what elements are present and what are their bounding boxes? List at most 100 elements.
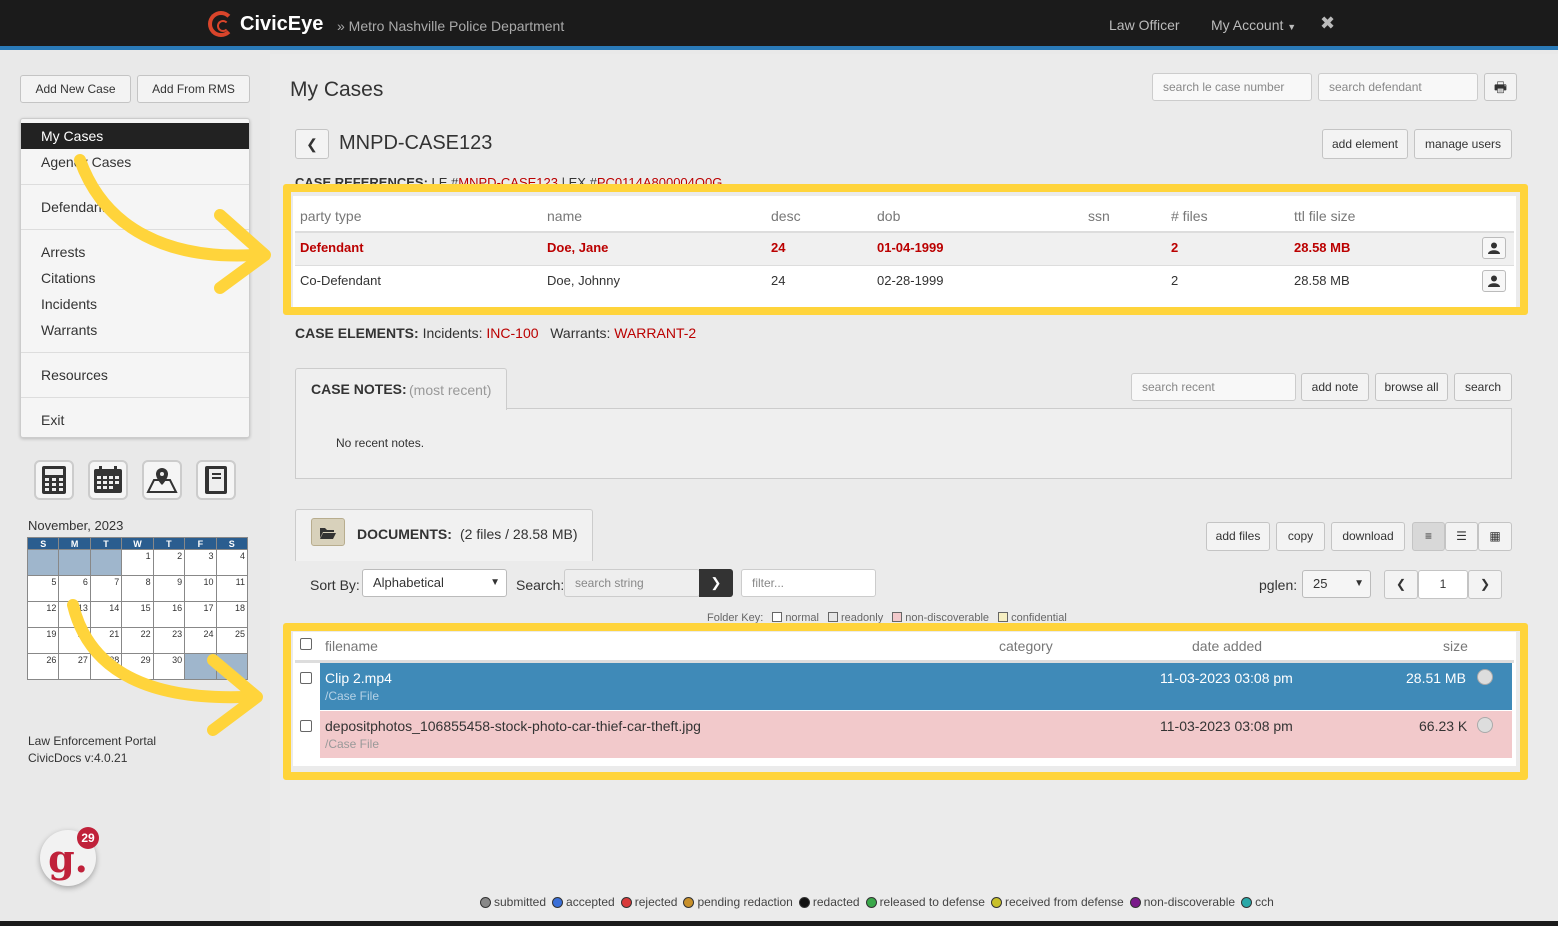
highlight-box: [283, 184, 1528, 315]
list-view-icon[interactable]: ≡: [1412, 522, 1445, 551]
legend-item: received from defense: [990, 895, 1124, 909]
download-button[interactable]: download: [1331, 522, 1405, 551]
prev-page-button[interactable]: ❮: [1384, 570, 1418, 599]
calendar-day[interactable]: 4: [215, 549, 249, 576]
calendar-title: November, 2023: [28, 518, 124, 533]
case-notes-subtitle: (most recent): [409, 382, 492, 398]
legend-item: released to defense: [865, 895, 985, 909]
case-notes-label: CASE NOTES:: [311, 381, 407, 397]
swatch-confidential: [998, 612, 1009, 622]
highlight-box: [283, 623, 1528, 780]
copy-button[interactable]: copy: [1276, 522, 1325, 551]
menu-item-my-cases[interactable]: My Cases: [21, 123, 249, 149]
chevron-right-icon[interactable]: ❯: [699, 569, 733, 597]
menu-item-warrants[interactable]: Warrants: [21, 317, 249, 343]
swatch-normal: [772, 612, 783, 622]
add-element-button[interactable]: add element: [1322, 129, 1408, 159]
legend-dot-icon: [480, 896, 491, 908]
legend-dot-icon: [990, 896, 1002, 908]
incident-link[interactable]: INC-100: [486, 325, 538, 341]
add-files-button[interactable]: add files: [1206, 522, 1270, 551]
sort-by-label: Sort By:: [310, 577, 360, 593]
annotation-arrow-icon: [67, 599, 263, 736]
legend-dot-icon: [620, 896, 632, 908]
grid-view-icon[interactable]: ▦: [1478, 522, 1512, 551]
browse-all-button[interactable]: browse all: [1375, 373, 1448, 401]
caret-down-icon: ▼: [1287, 22, 1297, 32]
add-new-case-button[interactable]: Add New Case: [20, 75, 131, 103]
chevron-left-icon: ❮: [1395, 577, 1407, 591]
search-label: Search:: [516, 577, 565, 593]
calendar-day[interactable]: 2: [152, 549, 186, 576]
calendar-icon[interactable]: [88, 460, 128, 500]
search-notes-button[interactable]: search: [1454, 373, 1512, 401]
top-navbar: CivicEye » Metro Nashville Police Depart…: [0, 0, 1558, 50]
legend-label: received from defense: [1004, 895, 1124, 909]
chevron-right-icon: ❯: [1479, 577, 1491, 591]
page-length-select[interactable]: 25 ▼: [1302, 570, 1371, 598]
legend-item: non-discoverable: [1129, 895, 1236, 909]
page-number-input[interactable]: 1: [1418, 570, 1468, 599]
calendar-day[interactable]: 1: [121, 549, 154, 576]
add-from-rms-button[interactable]: Add From RMS: [137, 75, 250, 103]
legend-label: released to defense: [879, 895, 985, 909]
annotation-arrow-icon: [74, 154, 271, 294]
search-string-input[interactable]: search string: [564, 569, 700, 597]
calendar-day-header: T: [89, 537, 123, 550]
detail-view-icon[interactable]: ☰: [1445, 522, 1478, 551]
case-notes-panel: [295, 408, 1512, 479]
calendar-day-header: S: [26, 537, 60, 550]
sort-value: Alphabetical: [373, 575, 444, 590]
swatch-readonly: [828, 612, 838, 622]
warrant-link[interactable]: WARRANT-2: [614, 325, 696, 341]
next-page-button[interactable]: ❯: [1468, 570, 1502, 599]
menu-divider: [21, 397, 249, 398]
swatch-non-discoverable: [892, 612, 903, 622]
menu-item-resources[interactable]: Resources: [21, 362, 249, 388]
calendar-week: 1234: [26, 549, 249, 576]
brand-name: CivicEye: [240, 12, 324, 35]
legend-item: submitted: [480, 895, 546, 909]
menu-item-exit[interactable]: Exit: [21, 407, 249, 433]
legend-dot-icon: [552, 896, 564, 908]
notification-count-badge: 29: [77, 827, 99, 849]
civiceye-logo[interactable]: CivicEye: [208, 11, 323, 37]
close-icon[interactable]: ✖: [1320, 13, 1335, 34]
book-icon[interactable]: [196, 460, 236, 500]
chevron-down-icon: ▼: [1354, 578, 1364, 589]
search-case-number-input[interactable]: search le case number: [1152, 73, 1312, 101]
status-legend: submitted accepted rejected pending redacti…: [480, 895, 1280, 911]
folder-open-icon[interactable]: [311, 518, 345, 546]
chevron-left-icon: ❮: [306, 136, 318, 152]
page-title: My Cases: [290, 78, 384, 101]
manage-users-button[interactable]: manage users: [1414, 129, 1512, 159]
calendar-day-header: F: [184, 537, 217, 550]
calendar-day[interactable]: 3: [184, 549, 217, 576]
sort-select[interactable]: Alphabetical ▼: [362, 569, 507, 597]
legend-item: redacted: [798, 895, 860, 909]
search-defendant-input[interactable]: search defendant: [1318, 73, 1478, 101]
calendar-day[interactable]: [26, 549, 60, 576]
my-account-label: My Account: [1211, 17, 1284, 33]
legend-label: rejected: [634, 895, 678, 909]
nav-my-account[interactable]: My Account ▼: [1211, 17, 1296, 33]
nav-law-officer[interactable]: Law Officer: [1109, 17, 1180, 33]
search-notes-input[interactable]: search recent: [1131, 373, 1296, 401]
calculator-icon[interactable]: [34, 460, 74, 500]
legend-label: redacted: [812, 895, 860, 909]
civiceye-logo-icon: [208, 11, 234, 37]
map-icon[interactable]: [142, 460, 182, 500]
incidents-label: Incidents:: [422, 325, 483, 341]
calendar-day[interactable]: [58, 549, 91, 576]
filter-input[interactable]: filter...: [741, 569, 876, 597]
portal-version: CivicDocs v:4.0.21: [28, 751, 128, 765]
calendar-day[interactable]: [89, 549, 123, 576]
legend-label: non-discoverable: [1143, 895, 1236, 909]
calendar-day-header: W: [121, 537, 154, 550]
legend-dot-icon: [683, 896, 695, 908]
page-length-value: 25: [1313, 576, 1328, 591]
case-elements: CASE ELEMENTS: Incidents: INC-100 Warran…: [295, 325, 696, 341]
add-note-button[interactable]: add note: [1301, 373, 1369, 401]
print-icon[interactable]: 🖶: [1484, 73, 1517, 101]
back-button[interactable]: ❮: [295, 129, 329, 159]
